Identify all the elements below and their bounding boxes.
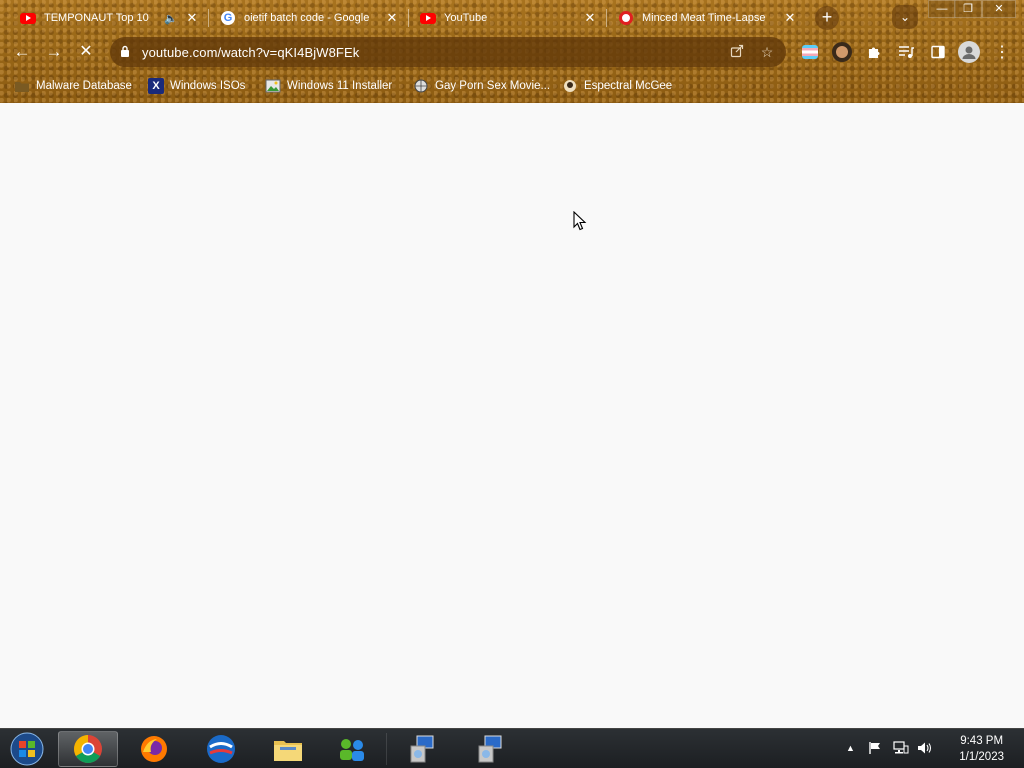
new-tab-button[interactable]: + [815, 6, 839, 30]
recording-icon [618, 10, 634, 26]
action-center-flag-icon[interactable] [868, 741, 882, 758]
bookmarks-bar: Malware Database X Windows ISOs Windows … [0, 72, 1024, 98]
google-icon: G [220, 10, 236, 26]
minimize-button[interactable]: — [928, 0, 956, 18]
bookmark-label: Gay Porn Sex Movie... [435, 80, 551, 92]
globe-icon [413, 78, 429, 94]
network-icon[interactable] [893, 741, 909, 758]
bookmark-malware-database[interactable]: Malware Database [14, 76, 132, 96]
avatar-icon [562, 78, 578, 94]
url-text[interactable]: youtube.com/watch?v=qKI4BjW8FEk [142, 45, 726, 60]
bookmark-espectral-mcgee[interactable]: Espectral McGee [562, 76, 672, 96]
extensions-puzzle-icon[interactable] [864, 42, 884, 62]
tab-strip: TEMPONAUT Top 10 🔈 ✕ G oietif batch code… [0, 0, 1024, 34]
close-tab-icon[interactable]: ✕ [384, 10, 400, 26]
restore-button[interactable]: ❐ [954, 0, 982, 18]
taskbar-divider [386, 733, 387, 765]
start-button[interactable] [0, 731, 54, 767]
tab-title: Minced Meat Time-Lapse [642, 12, 766, 24]
speaker-icon[interactable]: 🔈 [164, 12, 178, 25]
profile-avatar-icon[interactable] [958, 41, 980, 63]
youtube-icon [20, 10, 36, 26]
bookmark-star-icon[interactable]: ☆ [756, 44, 778, 61]
bookmark-label: Windows 11 Installer [287, 80, 393, 92]
close-tab-icon[interactable]: ✕ [582, 10, 598, 26]
bookmark-label: Malware Database [36, 80, 132, 92]
back-button[interactable]: ← [10, 40, 34, 64]
folder-icon [14, 78, 30, 94]
bookmark-movie-site[interactable]: Gay Porn Sex Movie... [413, 76, 550, 96]
close-window-button[interactable]: ✕ [982, 0, 1016, 18]
clock-time: 9:43 PM [960, 735, 1004, 747]
close-tab-icon[interactable]: ✕ [184, 10, 200, 26]
taskbar-network-people[interactable] [322, 731, 382, 767]
tab-minced-meat[interactable]: Minced Meat Time-Lapse ✕ [606, 4, 806, 32]
media-controls-icon[interactable] [896, 42, 916, 62]
system-clock[interactable]: 9:43 PM 1/1/2023 [959, 733, 1004, 765]
x-logo-icon: X [148, 78, 164, 94]
forward-button[interactable]: → [42, 40, 66, 64]
taskbar: ▲ 9:43 PM 1/1/2023 [0, 728, 1024, 768]
taskbar-setup-installer[interactable] [392, 731, 452, 767]
tab-google-search[interactable]: G oietif batch code - Google ✕ [208, 4, 408, 32]
youtube-icon [420, 10, 436, 26]
toolbar: ← → ✕ youtube.com/watch?v=qKI4BjW8FEk ☆ [0, 34, 1024, 70]
tab-title: oietif batch code - Google [244, 12, 370, 24]
taskbar-chrome[interactable] [58, 731, 118, 767]
extension-avatar-icon[interactable] [832, 42, 852, 62]
bookmark-label: Espectral McGee [584, 80, 673, 92]
close-tab-icon[interactable]: ✕ [782, 10, 798, 26]
bookmark-label: Windows ISOs [170, 80, 246, 92]
tab-title: YouTube [444, 12, 488, 24]
extension-flag-icon[interactable] [800, 42, 820, 62]
tab-title: TEMPONAUT Top 10 [44, 12, 149, 24]
image-icon [265, 78, 281, 94]
volume-icon[interactable] [917, 741, 933, 758]
clock-date: 1/1/2023 [959, 751, 1004, 763]
taskbar-file-explorer[interactable] [258, 731, 318, 767]
menu-kebab-icon[interactable]: ⋮ [992, 42, 1012, 62]
tab-temponaut[interactable]: TEMPONAUT Top 10 🔈 ✕ [8, 4, 208, 32]
side-panel-icon[interactable] [928, 42, 948, 62]
show-hidden-icons-button[interactable]: ▲ [846, 743, 855, 753]
lock-icon[interactable] [120, 45, 134, 60]
taskbar-outlook[interactable] [191, 731, 251, 767]
stop-loading-button[interactable]: ✕ [74, 40, 98, 64]
share-icon[interactable] [726, 44, 748, 61]
taskbar-firefox[interactable] [124, 731, 184, 767]
bookmark-windows-isos[interactable]: X Windows ISOs [148, 76, 245, 96]
tab-youtube[interactable]: YouTube ✕ [408, 4, 606, 32]
tab-search-button[interactable]: ⌄ [892, 5, 918, 29]
mouse-cursor-icon [573, 211, 587, 231]
taskbar-setup-installer-2[interactable] [460, 731, 520, 767]
browser-frame: TEMPONAUT Top 10 🔈 ✕ G oietif batch code… [0, 0, 1024, 103]
address-bar[interactable]: youtube.com/watch?v=qKI4BjW8FEk ☆ [110, 37, 786, 67]
bookmark-windows-11-installer[interactable]: Windows 11 Installer [265, 76, 392, 96]
page-content [0, 103, 1024, 728]
